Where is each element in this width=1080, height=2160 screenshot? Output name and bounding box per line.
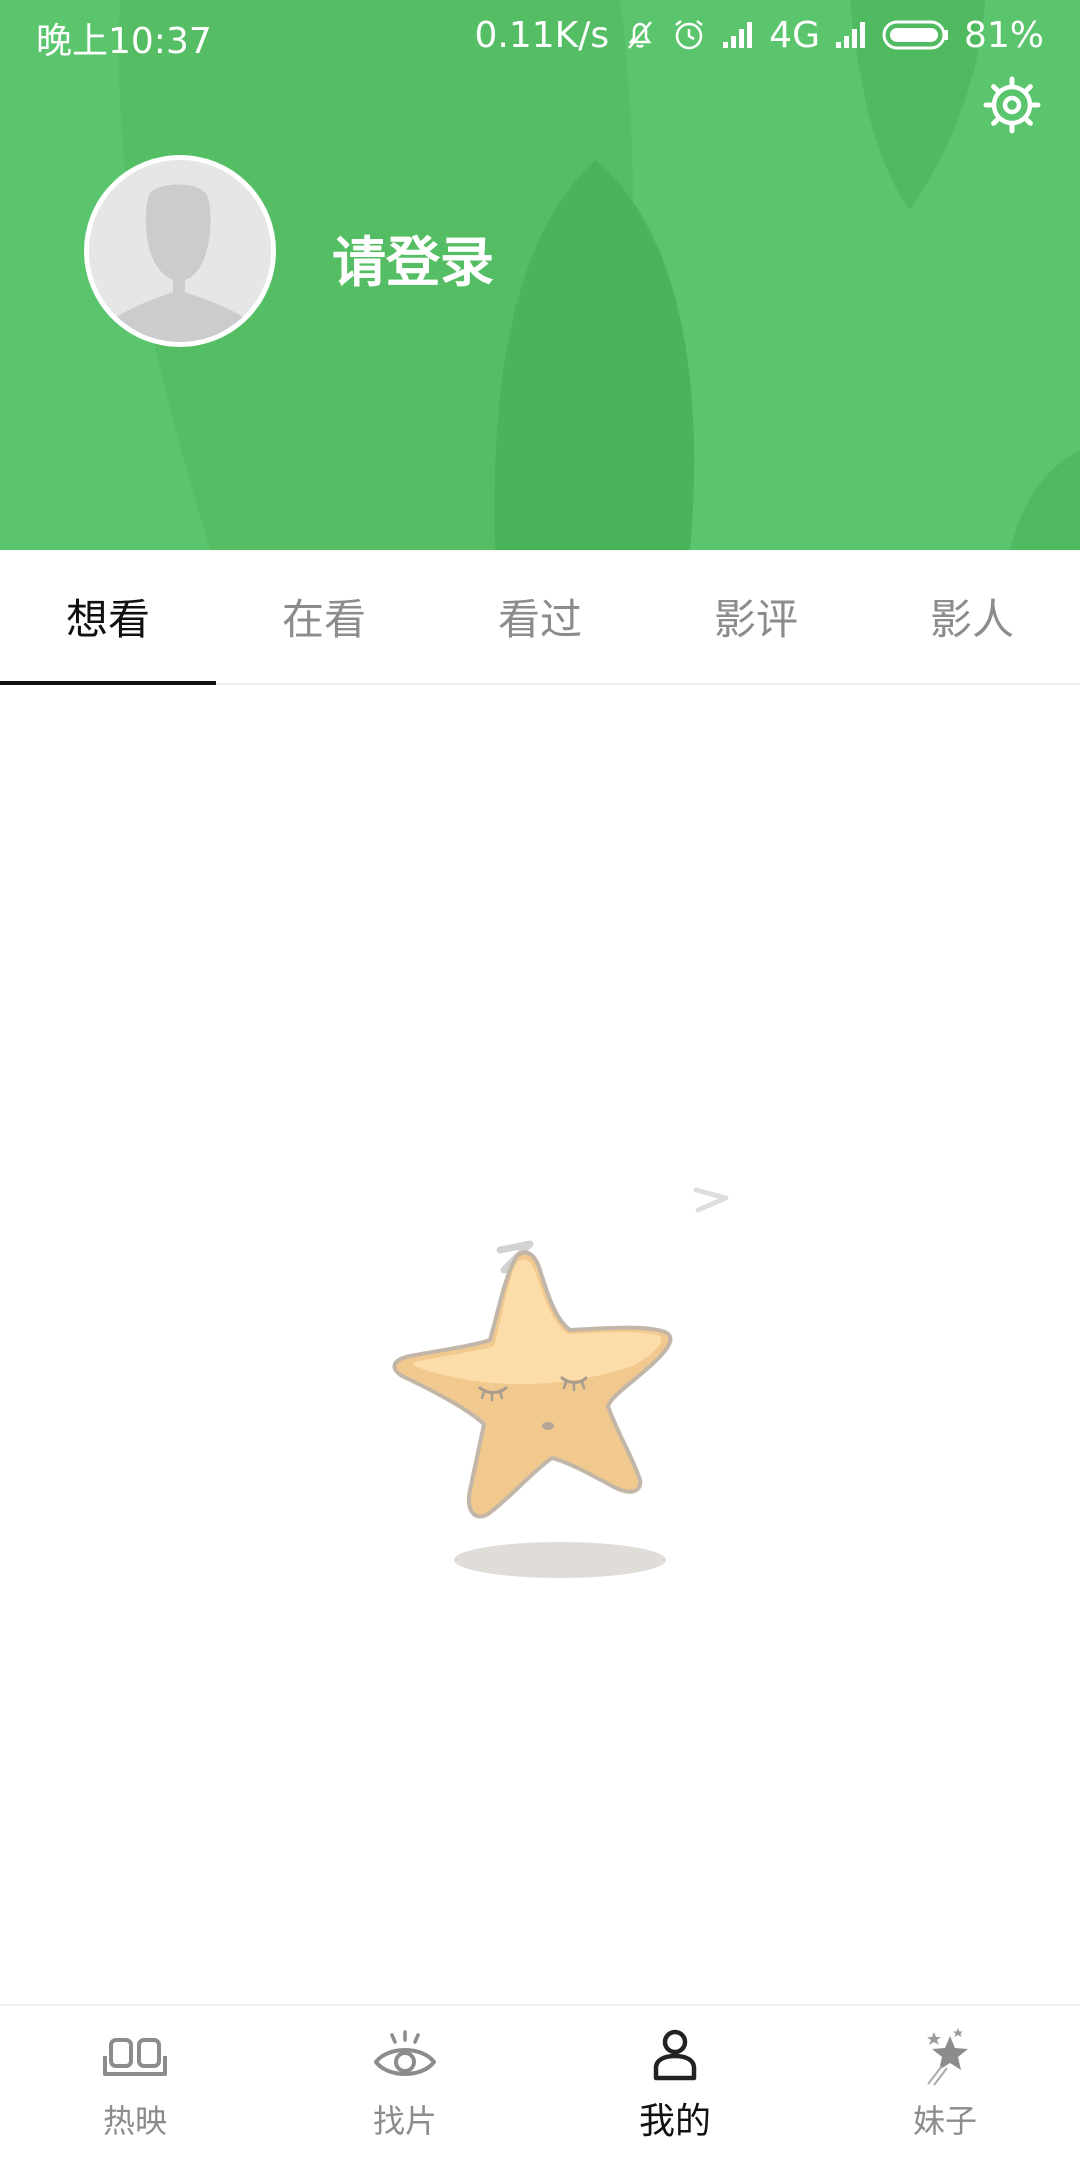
eye-icon bbox=[374, 2030, 436, 2076]
stars-icon bbox=[927, 2028, 968, 2086]
signal-icon bbox=[835, 22, 865, 48]
nav-label: 找片 bbox=[372, 2102, 437, 2140]
tab-reviews[interactable]: 影评 bbox=[648, 550, 864, 683]
login-prompt[interactable]: 请登录 bbox=[332, 218, 494, 297]
network-type: 4G bbox=[769, 14, 820, 56]
nav-label: 妹子 bbox=[912, 2102, 977, 2140]
screen: 晚上10:37 0.11K/s 4G 81% 请登录 想看 在看 看过 影评 影… bbox=[0, 0, 1080, 2160]
mute-bell-icon bbox=[628, 21, 653, 49]
profile-header: 晚上10:37 0.11K/s 4G 81% 请登录 bbox=[0, 0, 1080, 550]
nav-label: 我的 bbox=[638, 2101, 711, 2142]
nav-now-showing[interactable]: 热映 bbox=[0, 2006, 270, 2160]
bottom-navigation: 热映 找片 我的 妹子 bbox=[0, 2004, 1080, 2160]
tab-watching[interactable]: 在看 bbox=[216, 550, 432, 683]
tab-want-to-watch[interactable]: 想看 bbox=[0, 550, 216, 685]
cinema-seats-icon bbox=[103, 2038, 167, 2076]
gear-icon bbox=[983, 76, 1041, 134]
tab-people[interactable]: 影人 bbox=[864, 550, 1080, 683]
sleeping-star-icon bbox=[392, 1187, 729, 1578]
avatar[interactable] bbox=[84, 155, 276, 347]
status-indicators: 0.11K/s 4G 81% bbox=[475, 12, 1044, 58]
status-time: 晚上10:37 bbox=[36, 21, 212, 62]
nav-find-movies[interactable]: 找片 bbox=[270, 2006, 540, 2160]
profile-tabs: 想看 在看 看过 影评 影人 bbox=[0, 550, 1080, 685]
settings-button[interactable] bbox=[982, 75, 1042, 135]
battery-icon bbox=[882, 20, 948, 50]
battery-level: 81% bbox=[963, 14, 1044, 56]
alarm-icon bbox=[675, 20, 703, 50]
net-speed: 0.11K/s bbox=[474, 14, 610, 56]
person-icon bbox=[653, 2029, 697, 2081]
status-bar: 晚上10:37 0.11K/s 4G 81% bbox=[0, 0, 1080, 70]
tab-watched[interactable]: 看过 bbox=[432, 550, 648, 683]
default-avatar-icon bbox=[89, 160, 271, 342]
nav-mine[interactable]: 我的 bbox=[540, 2006, 810, 2160]
nav-label: 热映 bbox=[102, 2102, 167, 2140]
nav-girls[interactable]: 妹子 bbox=[810, 2006, 1080, 2160]
signal-icon bbox=[723, 22, 753, 48]
